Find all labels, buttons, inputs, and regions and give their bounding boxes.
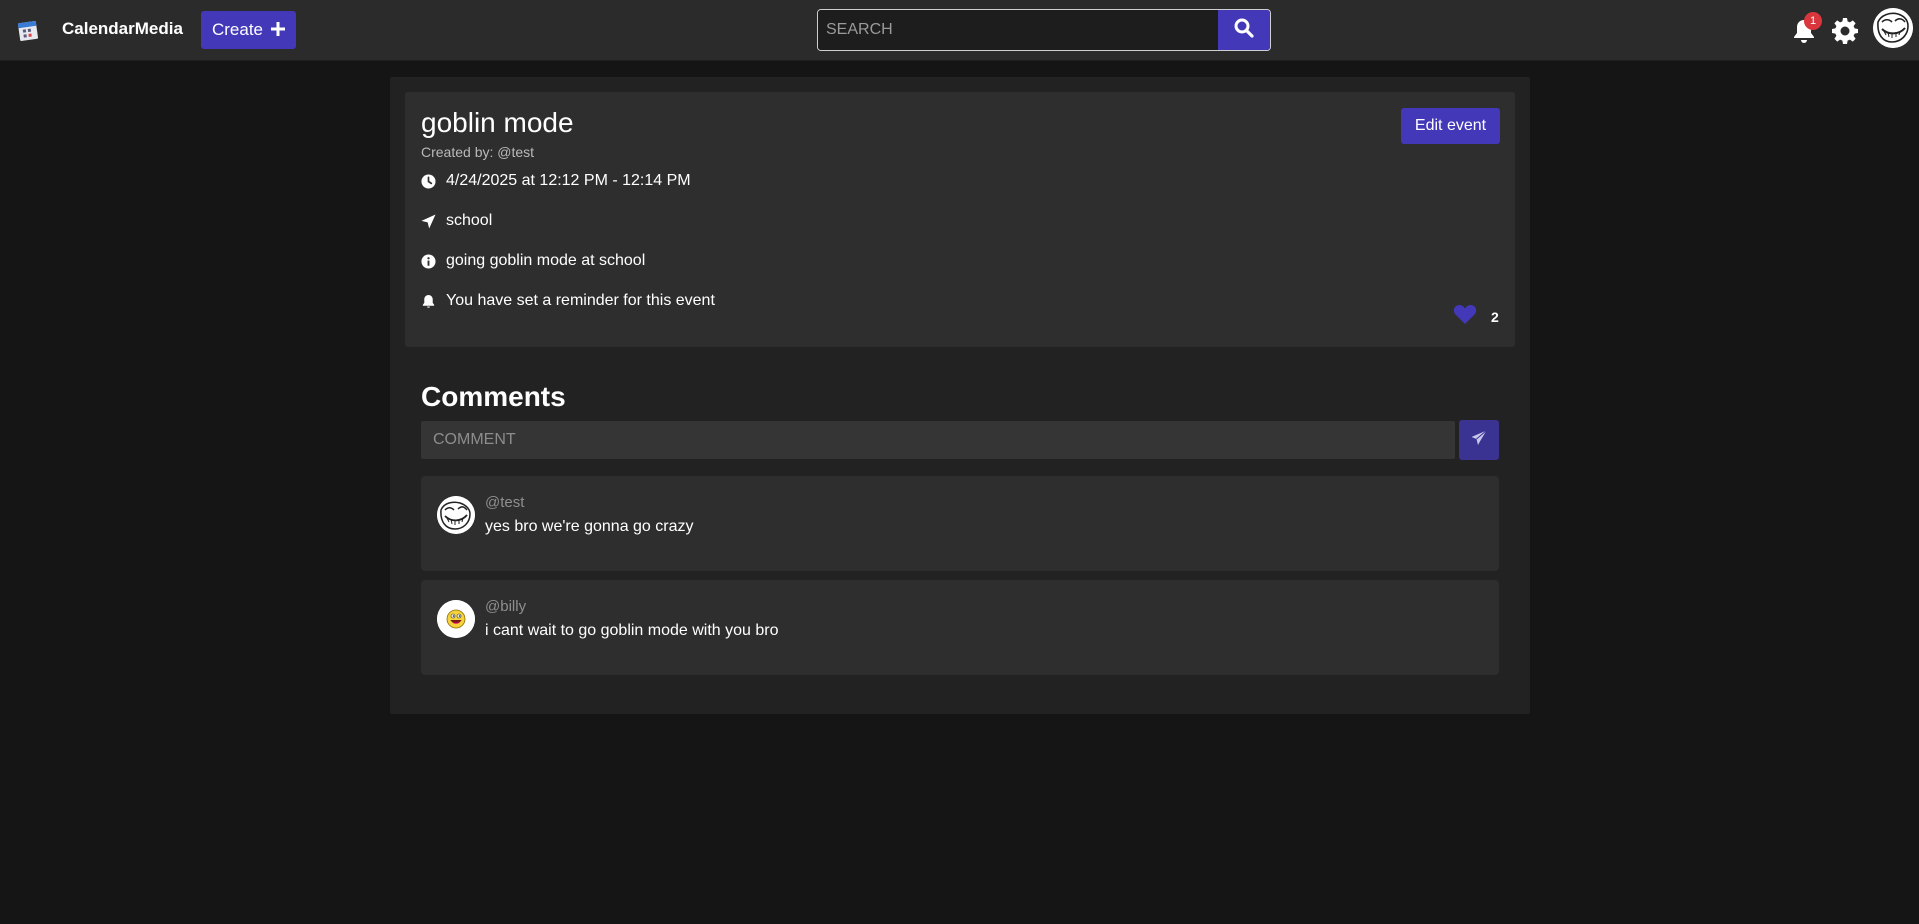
user-avatar[interactable] — [1873, 8, 1913, 48]
awesome-face-avatar[interactable] — [437, 600, 475, 638]
heart-icon[interactable] — [1453, 303, 1477, 330]
comment-username[interactable]: @billy — [485, 598, 526, 615]
edit-event-button[interactable]: Edit event — [1401, 108, 1500, 144]
bell-icon — [422, 294, 435, 308]
trollface-avatar[interactable] — [437, 496, 475, 534]
event-reminder: You have set a reminder for this event — [446, 292, 715, 309]
comment-text: yes bro we're gonna go crazy — [485, 518, 694, 535]
create-button-label: Create — [211, 20, 264, 39]
event-creator: Created by: @test — [421, 144, 535, 160]
event-title: goblin mode — [421, 107, 574, 138]
event-description: going goblin mode at school — [446, 252, 646, 269]
comment-item: @test yes bro we're gonna go crazy — [421, 476, 1499, 571]
search-bar — [817, 9, 1271, 51]
calendar-logo-icon[interactable] — [16, 17, 42, 43]
like-count: 2 — [1491, 308, 1499, 325]
event-location: school — [446, 212, 493, 229]
event-reminder-row: You have set a reminder for this event — [421, 292, 715, 310]
comment-input[interactable] — [421, 421, 1455, 459]
paper-plane-icon — [1471, 429, 1487, 451]
event-location-row: school — [421, 212, 492, 230]
gear-icon[interactable] — [1831, 17, 1859, 45]
top-navigation-bar: CalendarMedia Create 1 — [0, 0, 1919, 61]
comment-username[interactable]: @test — [485, 494, 524, 511]
notification-badge: 1 — [1804, 12, 1822, 30]
clock-icon — [421, 173, 436, 189]
plus-icon — [271, 18, 286, 40]
location-arrow-icon — [421, 213, 436, 229]
comment-text: i cant wait to go goblin mode with you b… — [485, 622, 779, 639]
comments-heading: Comments — [421, 381, 566, 412]
send-comment-button[interactable] — [1459, 420, 1499, 460]
event-datetime-row: 4/24/2025 at 12:12 PM - 12:14 PM — [421, 172, 691, 190]
like-control: 2 — [1453, 303, 1499, 330]
create-button[interactable]: Create — [201, 11, 296, 49]
brand-name[interactable]: CalendarMedia — [62, 19, 183, 39]
info-icon — [421, 253, 436, 269]
search-icon — [1234, 18, 1254, 43]
search-input[interactable] — [818, 10, 1218, 50]
search-button[interactable] — [1218, 10, 1270, 50]
event-description-row: going goblin mode at school — [421, 252, 645, 270]
event-datetime: 4/24/2025 at 12:12 PM - 12:14 PM — [446, 172, 691, 189]
comment-item: @billy i cant wait to go goblin mode wit… — [421, 580, 1499, 675]
